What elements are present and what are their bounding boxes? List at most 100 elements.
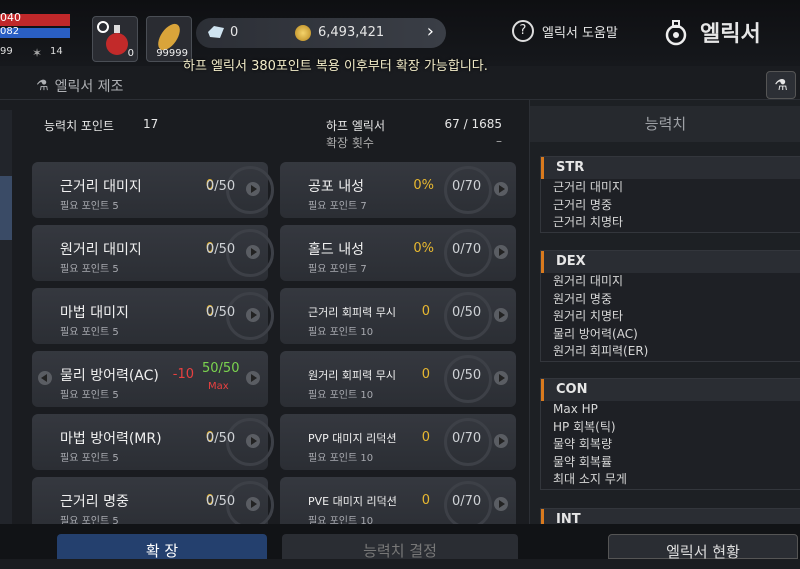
group-item: HP 회복(틱) bbox=[553, 419, 616, 434]
stat-name: 홀드 내성 bbox=[308, 242, 364, 258]
stat-card[interactable]: 원거리 대미지 필요 포인트 5 0 0/50 bbox=[32, 225, 274, 281]
max-label: Max bbox=[208, 381, 229, 392]
stat-value: 0% bbox=[413, 241, 434, 256]
expand-count-label: 확장 횟수 bbox=[326, 136, 374, 150]
stat-name: PVP 대미지 리덕션 bbox=[308, 432, 397, 445]
stat-req: 필요 포인트 10 bbox=[308, 453, 374, 464]
stat-card[interactable]: 근거리 회피력 무시 필요 포인트 10 0 0/50 bbox=[280, 288, 516, 344]
stat-name: 근거리 명중 bbox=[60, 494, 129, 510]
play-icon[interactable] bbox=[246, 371, 260, 385]
stat-name: 근거리 대미지 bbox=[60, 179, 142, 195]
group-header: DEX bbox=[541, 251, 800, 273]
stat-value: -10 bbox=[172, 367, 194, 382]
elixir-status-button[interactable]: 엘릭서 현황 bbox=[608, 534, 798, 561]
player-stat-b: 14 bbox=[50, 46, 63, 57]
group-item: 원거리 치명타 bbox=[553, 309, 624, 323]
stat-card[interactable]: PVP 대미지 리덕션 필요 포인트 10 0 0/70 bbox=[280, 414, 516, 470]
group-item: 원거리 대미지 bbox=[553, 274, 624, 288]
left-tab[interactable] bbox=[0, 176, 12, 240]
stats-panel-title: 능력치 bbox=[530, 106, 800, 142]
craft-tab[interactable]: ⚗ 엘릭서 제조 bbox=[36, 76, 123, 96]
stat-name: 공포 내성 bbox=[308, 179, 364, 195]
stat-req: 필요 포인트 7 bbox=[308, 201, 367, 212]
group-item: Max HP bbox=[553, 402, 598, 416]
stat-progress: 0/70 bbox=[452, 431, 482, 446]
group-header: INT bbox=[541, 509, 800, 524]
potion-slot[interactable]: 0 bbox=[92, 16, 138, 62]
stat-progress: 0/50 bbox=[206, 242, 236, 257]
gold-count: 6,493,421 bbox=[318, 25, 385, 40]
stat-group-str: STR 근거리 대미지 근거리 명중 근거리 치명타 bbox=[540, 156, 800, 233]
stat-progress: 0/50 bbox=[206, 305, 236, 320]
stat-card[interactable]: 원거리 회피력 무시 필요 포인트 10 0 0/50 bbox=[280, 351, 516, 407]
decide-stats-button[interactable]: 능력치 결정 bbox=[282, 534, 518, 560]
stat-progress: 0/50 bbox=[206, 179, 236, 194]
play-icon[interactable] bbox=[494, 434, 508, 448]
play-icon[interactable] bbox=[246, 434, 260, 448]
gold-coin-icon bbox=[295, 25, 311, 41]
stat-progress: 50/50 bbox=[202, 361, 240, 376]
title-text: 엘릭서 bbox=[700, 22, 761, 47]
stat-card[interactable]: 물리 방어력(AC) 필요 포인트 5 -10 50/50 Max bbox=[32, 351, 268, 407]
play-icon[interactable] bbox=[246, 182, 260, 196]
elixir-icon bbox=[665, 20, 687, 46]
stat-progress: 0/50 bbox=[452, 305, 482, 320]
gem-count: 0 bbox=[230, 25, 239, 40]
half-elixir-label: 하프 엘릭서 bbox=[326, 119, 386, 133]
stat-req: 필요 포인트 5 bbox=[60, 201, 119, 212]
mp-value: 082 bbox=[0, 26, 20, 37]
stat-group-int: INT bbox=[540, 508, 800, 524]
stat-card[interactable]: 마법 방어력(MR) 필요 포인트 5 0 0/50 bbox=[32, 414, 274, 470]
group-item: 원거리 회피력(ER) bbox=[553, 344, 649, 358]
stat-req: 필요 포인트 10 bbox=[308, 327, 374, 338]
help-button[interactable]: ? 엘릭서 도움말 bbox=[512, 20, 618, 42]
ability-points-value: 17 bbox=[143, 117, 159, 131]
stat-name: 원거리 대미지 bbox=[60, 242, 142, 258]
flask-button[interactable]: ⚗ bbox=[766, 71, 796, 99]
group-item: 물약 회복률 bbox=[553, 454, 613, 469]
group-item: 근거리 대미지 bbox=[553, 180, 624, 194]
stat-group-con: CON Max HP HP 회복(틱) 물약 회복량 물약 회복률 최대 소지 … bbox=[540, 378, 800, 490]
play-icon[interactable] bbox=[246, 245, 260, 259]
stat-card[interactable]: 마법 대미지 필요 포인트 5 0 0/50 bbox=[32, 288, 274, 344]
stat-req: 필요 포인트 5 bbox=[60, 327, 119, 338]
play-icon[interactable] bbox=[246, 308, 260, 322]
question-icon: ? bbox=[512, 20, 534, 42]
play-icon[interactable] bbox=[494, 497, 508, 511]
play-icon[interactable] bbox=[494, 245, 508, 259]
ability-points-label: 능력치 포인트 bbox=[44, 119, 115, 133]
stat-name: 마법 방어력(MR) bbox=[60, 431, 162, 447]
stat-card[interactable]: 근거리 대미지 필요 포인트 5 0 0/50 bbox=[32, 162, 274, 218]
stat-name: 원거리 회피력 무시 bbox=[308, 369, 396, 382]
group-header: CON bbox=[541, 379, 800, 401]
play-icon[interactable] bbox=[494, 371, 508, 385]
expand-button[interactable]: 확 장 bbox=[57, 534, 267, 560]
half-elixir-value: 67 / 1685 bbox=[444, 117, 502, 131]
player-stat-a: 99 bbox=[0, 46, 13, 57]
stat-value: 0% bbox=[413, 178, 434, 193]
rewind-icon[interactable] bbox=[38, 371, 52, 385]
expand-count-value: – bbox=[496, 134, 502, 148]
play-icon[interactable] bbox=[494, 308, 508, 322]
gem-icon bbox=[208, 26, 224, 38]
stat-req: 필요 포인트 5 bbox=[60, 264, 119, 275]
group-item: 물약 회복량 bbox=[553, 437, 613, 451]
stat-value: 0 bbox=[421, 430, 430, 445]
slot-count: 0 bbox=[127, 48, 134, 59]
group-item: 최대 소지 무게 bbox=[553, 472, 627, 486]
page-title: 엘릭서 bbox=[662, 16, 761, 48]
stat-progress: 0/70 bbox=[452, 242, 482, 257]
craft-label: 엘릭서 제조 bbox=[54, 79, 124, 95]
stat-value: 0 bbox=[421, 367, 430, 382]
stat-card[interactable]: 홀드 내성 필요 포인트 7 0% 0/70 bbox=[280, 225, 516, 281]
stat-group-dex: DEX 원거리 대미지 원거리 명중 원거리 치명타 물리 방어력(AC) 원거… bbox=[540, 250, 800, 362]
stat-card[interactable]: 공포 내성 필요 포인트 7 0% 0/70 bbox=[280, 162, 516, 218]
play-icon[interactable] bbox=[246, 497, 260, 511]
stat-req: 필요 포인트 10 bbox=[308, 390, 374, 401]
stat-value: 0 bbox=[421, 493, 430, 508]
bottom-bar: 확 장 능력치 결정 엘릭서 현황 bbox=[0, 524, 800, 561]
play-icon[interactable] bbox=[494, 182, 508, 196]
group-header: STR bbox=[541, 157, 800, 179]
chevron-right-icon[interactable]: › bbox=[427, 21, 434, 42]
group-item: 물리 방어력(AC) bbox=[553, 326, 638, 341]
